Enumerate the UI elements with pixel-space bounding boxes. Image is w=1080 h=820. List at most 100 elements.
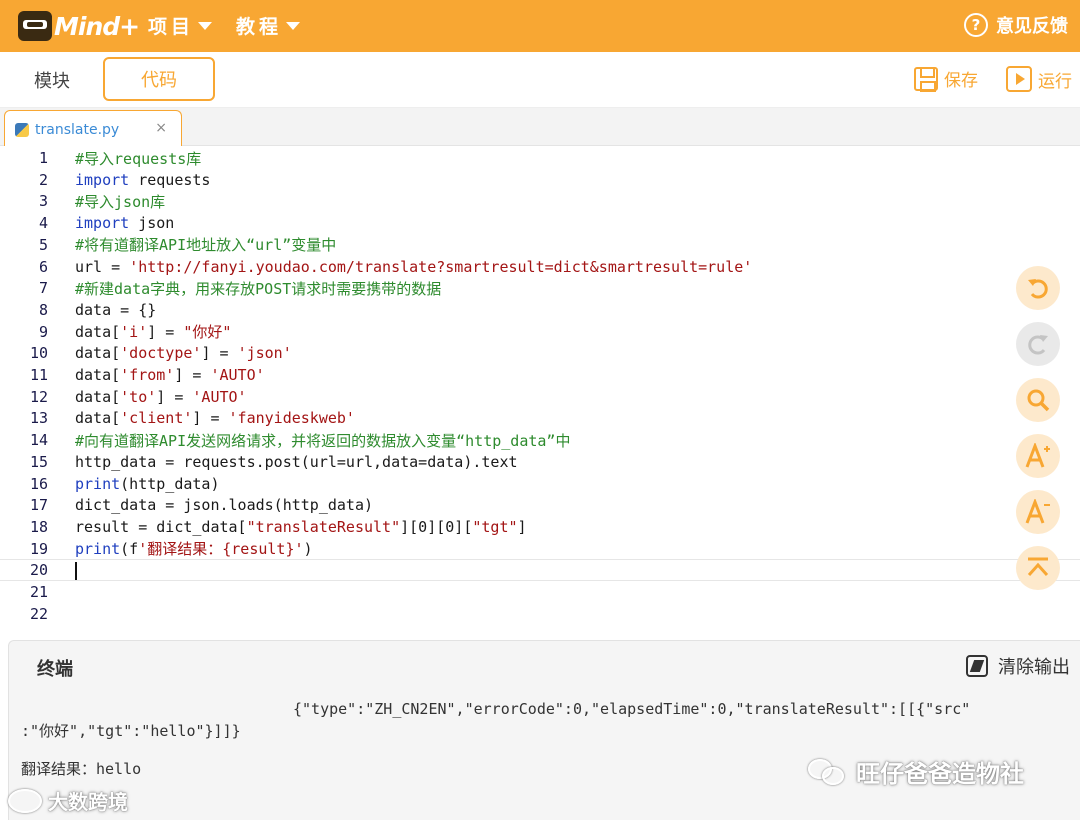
code-line[interactable]: 3 #导入json库 [0,190,1080,212]
code-line[interactable]: 20 [0,559,1080,582]
line-number: 4 [38,214,48,233]
font-decrease-icon [1025,499,1050,524]
run-button[interactable]: 运行 [1006,66,1072,92]
save-button[interactable]: 保存 [914,66,978,92]
code-line[interactable]: 21 [0,581,1080,603]
redo-icon [1028,335,1048,355]
file-tab-bar: translate.py × [0,108,1080,148]
code-line[interactable]: 1 #导入requests库 [0,147,1080,169]
code-editor[interactable]: 1 #导入requests库 2 import requests 3 #导入json库 4 i… [0,146,1080,636]
line-number: 21 [29,583,48,601]
code-text: data['doctype'] = 'json' [75,344,292,362]
code-line[interactable]: 18 result = dict_data["translateResult"][… [0,516,1080,538]
code-token: "tgt" [472,517,518,536]
code-text: print(http_data) [75,475,220,493]
feedback-label: 意见反馈 [996,16,1068,37]
code-line[interactable]: 16 print(http_data) [0,473,1080,495]
code-line[interactable]: 19 print(f'翻译结果：{result}') [0,538,1080,560]
code-token: 'AUTO' [192,387,247,406]
code-token: 'from' [120,366,175,384]
help-icon: ? [964,13,988,37]
code-token: import [75,170,130,189]
logo-icon [18,11,52,41]
corner-watermark: 大数跨境 [8,786,128,815]
search-button[interactable] [1016,378,1060,422]
text-cursor [75,562,77,581]
code-token: 'doctype' [120,344,202,363]
code-line[interactable]: 12 data['to'] = 'AUTO' [0,386,1080,408]
code-token: 'i' [120,323,148,342]
menu-tutorial[interactable]: 教程 [236,12,301,39]
clear-output-button[interactable]: 清除输出 [966,653,1070,679]
mindplus-logo[interactable]: Mind+ [18,6,140,46]
code-text: #向有道翻译API发送网络请求，并将返回的数据放入变量“http_data”中 [75,430,570,451]
line-number: 22 [29,604,48,623]
code-line[interactable]: 7 #新建data字典，用来存放POST请求时需要携带的数据 [0,277,1080,299]
line-number: 18 [29,517,48,536]
code-line[interactable]: 22 [0,603,1080,625]
code-token: requests [129,170,211,189]
code-token: #导入json库 [75,192,166,211]
line-number: 10 [29,344,48,363]
code-text: data['client'] = 'fanyideskweb' [75,409,355,427]
code-text: data = {} [75,301,156,319]
code-text: data['from'] = 'AUTO' [75,366,265,384]
code-token: #导入requests库 [75,149,202,168]
wechat-watermark: 旺仔爸爸造物社 [808,754,1024,789]
line-number: 14 [29,431,48,450]
code-token: print [75,474,121,493]
code-token: data[ [75,366,121,384]
code-line[interactable]: 11 data['from'] = 'AUTO' [0,364,1080,386]
tab-blocks[interactable]: 模块 [0,58,104,102]
code-line[interactable]: 13 data['client'] = 'fanyideskweb' [0,407,1080,429]
file-tab-translate[interactable]: translate.py × [4,110,182,148]
font-increase-button[interactable] [1016,434,1060,478]
terminal-header: 终端 清除输出 [8,640,1080,690]
code-line[interactable]: 5 #将有道翻译API地址放入“url”变量中 [0,234,1080,256]
code-token: 'http://fanyi.youdao.com/translate?smart… [129,257,753,276]
code-line[interactable]: 14 #向有道翻译API发送网络请求，并将返回的数据放入变量“http_data”… [0,429,1080,451]
code-token: #将有道翻译API地址放入“url”变量中 [75,236,337,255]
file-tab-name: translate.py [35,121,120,138]
code-text: dict_data = json.loads(http_data) [75,496,373,514]
code-token: ] [517,517,527,536]
redo-button[interactable] [1016,322,1060,366]
line-number: 1 [38,149,48,167]
font-decrease-button[interactable] [1016,490,1060,534]
code-text: url = 'http://fanyi.youdao.com/translate… [75,258,752,276]
line-number: 5 [38,235,48,254]
code-token: ] = [174,366,211,384]
code-token: print [75,540,121,559]
code-token: (f [120,540,139,559]
menu-project[interactable]: 项目 [148,12,213,39]
tab-code[interactable]: 代码 [103,57,215,101]
code-token: ] = [147,323,184,342]
code-token: 'client' [120,409,193,428]
code-line[interactable]: 6 url = 'http://fanyi.youdao.com/translat… [0,256,1080,278]
code-line[interactable]: 9 data['i'] = "你好" [0,321,1080,343]
line-number: 6 [38,257,48,276]
undo-button[interactable] [1016,266,1060,310]
watermark-right-text: 旺仔爸爸造物社 [856,760,1024,788]
scroll-top-button[interactable] [1016,546,1060,590]
code-line[interactable]: 8 data = {} [0,299,1080,321]
code-text: #导入requests库 [75,148,201,169]
code-line[interactable]: 15 http_data = requests.post(url=url,data… [0,451,1080,473]
terminal-output-line: :"你好","tgt":"hello"}]]} [21,722,241,740]
code-text: #将有道翻译API地址放入“url”变量中 [75,234,336,255]
code-token: data[ [75,387,121,406]
code-line[interactable]: 10 data['doctype'] = 'json' [0,342,1080,364]
line-number: 7 [38,279,48,298]
code-line[interactable]: 2 import requests [0,169,1080,191]
code-line[interactable]: 17 dict_data = json.loads(http_data) [0,494,1080,516]
line-number: 13 [29,409,48,428]
close-icon[interactable]: × [155,120,167,136]
line-number: 19 [29,539,48,558]
code-line[interactable]: 4 import json [0,212,1080,234]
code-token: 'json' [237,344,292,363]
feedback-button[interactable]: ? 意见反馈 [964,12,1068,38]
line-number: 8 [38,300,48,319]
watermark-logo-icon [8,788,42,813]
undo-icon [1028,279,1048,299]
code-token: http_data = requests.post(url=url,data=d… [75,452,518,471]
